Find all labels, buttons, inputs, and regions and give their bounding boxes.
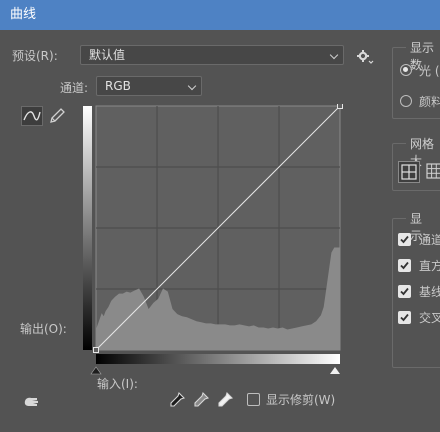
preset-label: 预设(R): [12,49,58,63]
curve-point-icon [23,111,41,121]
show-baseline-label: 基线 [419,285,440,299]
output-label: 输出(O): [20,322,67,336]
light-radio-label: 光 ( [419,64,440,78]
input-label: 输入(I): [97,377,138,391]
grid-detailed-button[interactable] [424,161,440,183]
grid-10-icon [426,163,440,179]
white-input-slider[interactable] [330,367,340,374]
gear-icon[interactable] [356,48,374,66]
channel-value: RGB [105,79,131,93]
white-point-handle[interactable] [337,104,343,109]
preset-value: 默认值 [89,48,126,62]
show-histogram-label: 直方 [419,259,440,273]
pencil-icon[interactable] [46,106,68,126]
grid-simple-button[interactable] [398,161,420,183]
curves-dialog-body: 预设(R): 默认值 通道: RGB 输出(O): 输入(I): 显示修剪(W)… [0,30,440,432]
eyedropper-icon[interactable] [216,391,234,409]
black-point-handle[interactable] [93,347,99,353]
pigment-radio[interactable] [400,95,412,107]
hand-icon[interactable] [22,394,42,410]
curves-graph[interactable] [83,104,345,379]
light-radio[interactable] [400,64,412,76]
chevron-down-icon [329,50,339,60]
show-clipping-label: 显示修剪(W) [266,393,336,407]
output-gradient-bar [83,106,92,350]
channel-dropdown[interactable]: RGB [96,76,202,96]
grid-4-icon [401,164,417,180]
show-intersection-checkbox[interactable] [398,311,411,324]
show-channel-overlays-label: 通道 [419,233,440,247]
show-baseline-checkbox[interactable] [398,285,411,298]
show-channel-overlays-checkbox[interactable] [398,233,411,246]
eyedropper-icon[interactable] [168,391,186,409]
curve-point-tool[interactable] [21,106,43,126]
chevron-down-icon [187,81,197,91]
black-input-slider[interactable] [90,366,102,375]
window-title: 曲线 [0,0,440,30]
eyedropper-icon[interactable] [192,391,210,409]
preset-dropdown[interactable]: 默认值 [80,45,344,65]
show-clipping-checkbox[interactable] [247,393,260,406]
show-intersection-label: 交叉 [419,311,440,325]
channel-label: 通道: [60,81,89,95]
input-gradient-bar [96,354,340,364]
pigment-radio-label: 颜料 [419,95,440,109]
show-histogram-checkbox[interactable] [398,259,411,272]
